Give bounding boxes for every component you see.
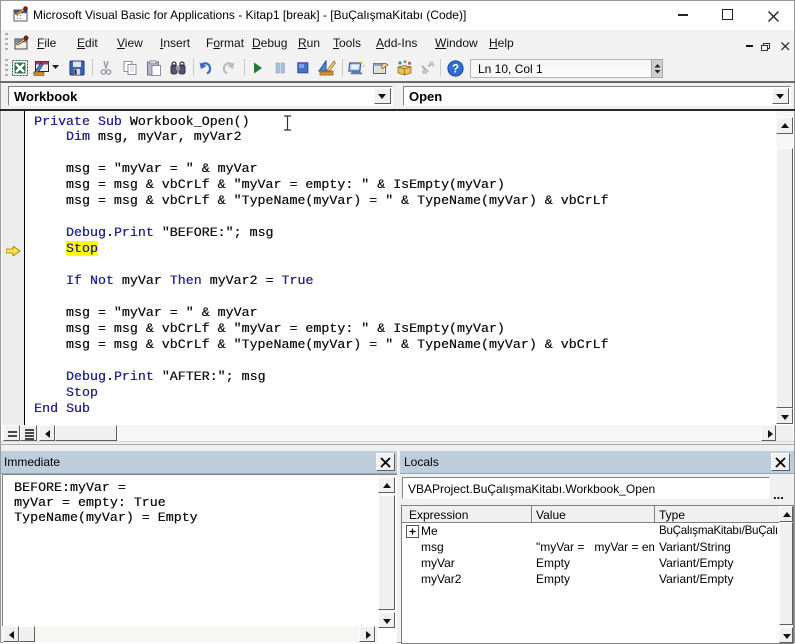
svg-text:?: ? bbox=[452, 64, 459, 76]
